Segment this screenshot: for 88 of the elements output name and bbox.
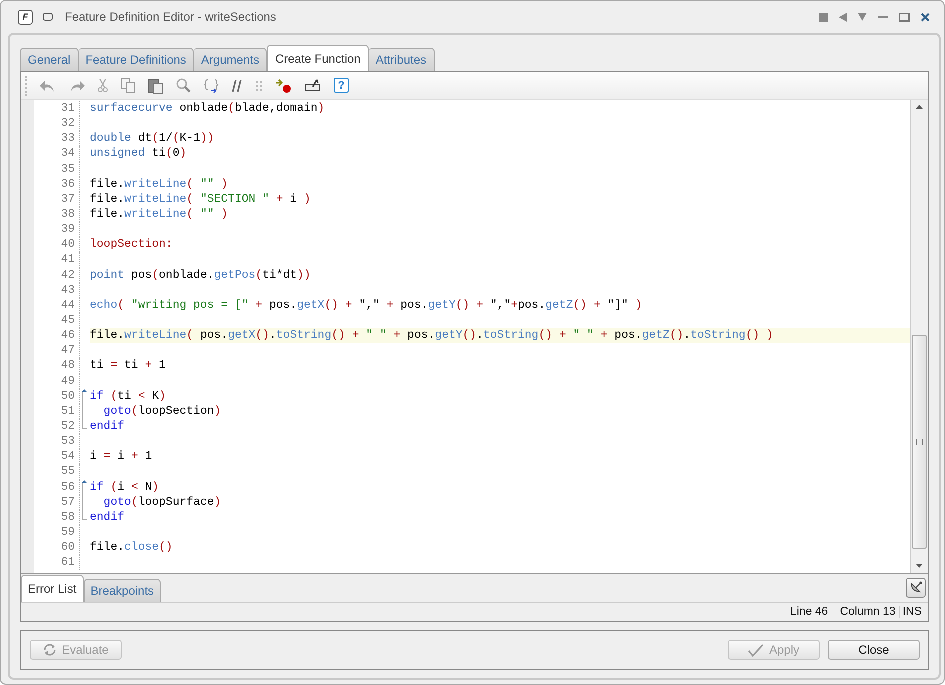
- code-line: loopSection:: [90, 237, 174, 252]
- tab[interactable]: Arguments: [194, 48, 268, 71]
- code-line: goto(loopSurface): [102, 494, 222, 510]
- line-number: 55: [34, 464, 80, 480]
- comment-icon[interactable]: [232, 80, 242, 92]
- line-number: 44: [34, 298, 80, 313]
- code-line: endif: [90, 418, 126, 434]
- tab[interactable]: General: [20, 48, 79, 71]
- code-line: unsigned ti(0): [90, 146, 188, 162]
- fold-marker-icon[interactable]: [80, 480, 88, 495]
- code-line: file.writeLine( "SECTION " + i ): [90, 192, 312, 207]
- tab[interactable]: Feature Definitions: [78, 48, 194, 71]
- close-icon[interactable]: [921, 12, 930, 22]
- help-button[interactable]: ?: [334, 78, 349, 93]
- line-number: 50: [34, 388, 80, 404]
- window-menu-icon[interactable]: [43, 13, 53, 21]
- line-number: 35: [34, 162, 80, 177]
- undo-icon[interactable]: [40, 78, 56, 92]
- code-line: file.close(): [90, 540, 174, 556]
- line-number: 56: [34, 480, 80, 495]
- tab[interactable]: Create Function: [267, 45, 369, 71]
- line-number: 39: [34, 222, 80, 238]
- breakpoint-icon[interactable]: [276, 78, 292, 94]
- code-line: file.writeLine( "" ): [90, 206, 230, 222]
- fold-marker-icon[interactable]: [80, 388, 88, 404]
- scroll-thumb[interactable]: [912, 335, 927, 549]
- search-icon[interactable]: [176, 78, 191, 93]
- line-number: 32: [34, 116, 80, 132]
- line-number: 52: [34, 418, 80, 434]
- dots-icon[interactable]: [255, 80, 263, 92]
- dropdown-icon[interactable]: [858, 13, 867, 21]
- redo-icon[interactable]: [69, 78, 85, 92]
- dish-button[interactable]: [906, 578, 926, 598]
- line-number: 53: [34, 434, 80, 450]
- tab[interactable]: Error List: [21, 575, 84, 602]
- line-number: 57: [34, 494, 80, 510]
- braces-icon[interactable]: [204, 78, 219, 93]
- code-line: if (ti < K): [90, 388, 167, 404]
- refresh-icon: [43, 644, 58, 656]
- line-number: 46: [34, 328, 80, 344]
- code-line: double dt(1/(K-1)): [90, 131, 216, 146]
- code-line: echo( "writing pos = [" + pos.getX() + "," + pos.getY() + ","+pos.getZ() + "]" ): [90, 298, 644, 313]
- line-number: 41: [34, 252, 80, 268]
- check-icon: [748, 644, 764, 656]
- back-icon[interactable]: [839, 12, 847, 22]
- code-line: file.writeLine( "" ): [90, 176, 230, 192]
- stop-icon[interactable]: [819, 12, 828, 22]
- code-line: point pos(onblade.getPos(ti*dt)): [90, 268, 312, 283]
- line-number: 45: [34, 312, 80, 328]
- line-number: 47: [34, 343, 80, 358]
- code-line: if (i < N): [90, 480, 160, 495]
- line-number: 31: [34, 101, 80, 116]
- line-number: 49: [34, 374, 80, 389]
- line-number: 40: [34, 237, 80, 252]
- status-text: INS: [898, 606, 922, 618]
- line-number: 37: [34, 192, 80, 207]
- line-number: 43: [34, 282, 80, 298]
- line-number: 48: [34, 358, 80, 374]
- app-icon: F: [18, 10, 33, 24]
- line-number: 54: [34, 449, 80, 464]
- status-text: Column 13: [840, 606, 896, 618]
- paste-icon[interactable]: [148, 78, 163, 94]
- status-text: Line 46: [790, 606, 828, 618]
- line-number: 58: [34, 510, 80, 525]
- tab[interactable]: Breakpoints: [84, 579, 162, 602]
- code-line: endif: [90, 510, 126, 525]
- line-number: 51: [34, 404, 80, 419]
- line-number: 42: [34, 268, 80, 283]
- scissors-icon[interactable]: [98, 78, 108, 92]
- code-line: ti = ti + 1: [90, 358, 167, 374]
- line-number: 60: [34, 540, 80, 556]
- line-number: 34: [34, 146, 80, 162]
- line-number: 59: [34, 524, 80, 540]
- close-button[interactable]: Close: [828, 640, 920, 660]
- line-number: 38: [34, 206, 80, 222]
- code-line: i = i + 1: [90, 449, 154, 464]
- window-title: Feature Definition Editor - writeSections: [65, 10, 276, 24]
- code-line: surfacecurve onblade(blade,domain): [90, 101, 326, 116]
- tray-icon[interactable]: [305, 78, 321, 93]
- line-number: 33: [34, 131, 80, 146]
- code-line: goto(loopSection): [102, 404, 222, 419]
- line-number: 61: [34, 555, 80, 570]
- copy-icon[interactable]: [121, 78, 135, 93]
- tab[interactable]: Attributes: [368, 48, 435, 71]
- satellite-dish-icon: [909, 581, 923, 595]
- line-number: 36: [34, 176, 80, 192]
- scrollbar[interactable]: [910, 100, 928, 573]
- maximize-icon[interactable]: [899, 12, 910, 22]
